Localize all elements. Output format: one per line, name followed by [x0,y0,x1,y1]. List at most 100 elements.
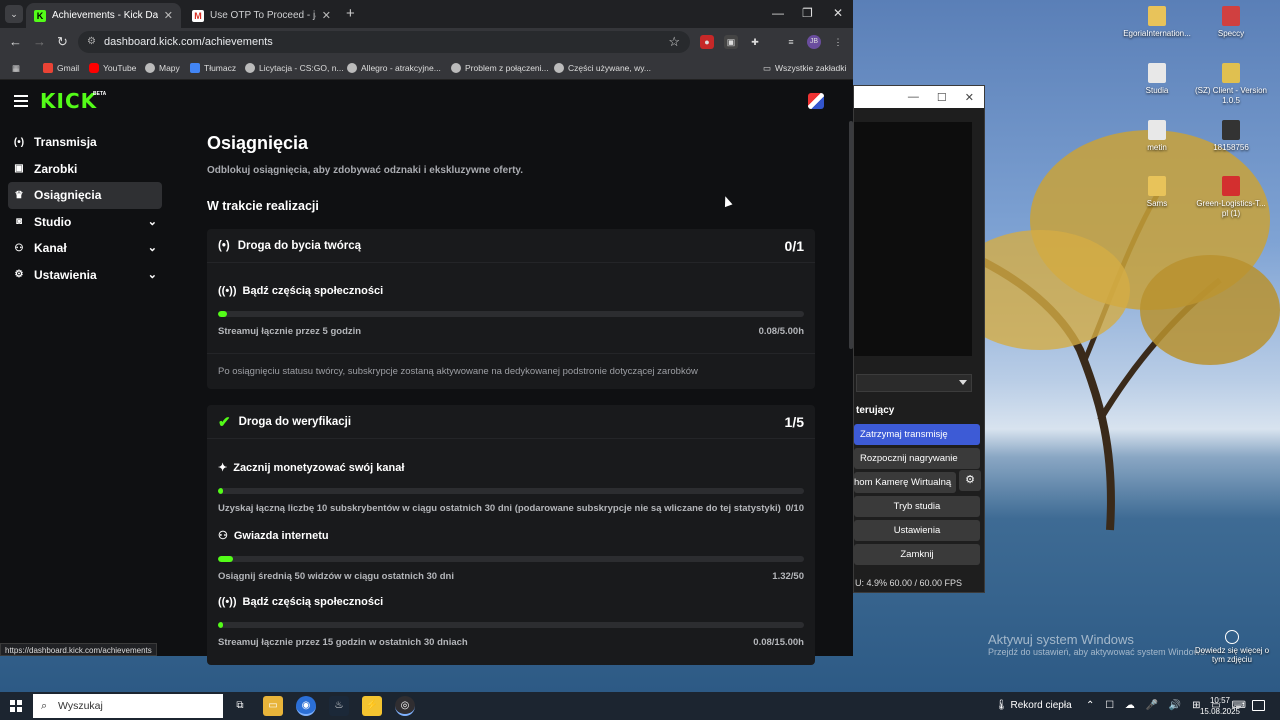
bookmark-youtube[interactable]: YouTube [89,56,136,80]
progress-bar [218,622,804,628]
apps-grid-icon[interactable]: ▦ [12,56,20,80]
kick-dashboard-page: KICK BETA (•) Transmisja ▣ Zarobki ♛ Osi… [0,81,853,665]
minimize-icon[interactable]: — [908,91,919,103]
address-bar[interactable]: ⚙ dashboard.kick.com/achievements ☆ [78,31,690,53]
app-icon[interactable]: ⚡ [362,696,382,716]
tab-search-button[interactable]: ⌄ [5,5,23,23]
clock[interactable]: 10:57 15.08.2025 [1196,695,1244,717]
progress-bar [218,311,804,317]
obs-icon[interactable]: ◎ [395,696,415,716]
bookmark-problem[interactable]: Problem z połączeni... [451,56,549,80]
exit-button[interactable]: Zamknij [854,544,980,565]
progress-bar [218,556,804,562]
bookmark-star-icon[interactable]: ☆ [668,31,680,53]
minimize-icon[interactable]: — [772,6,784,20]
bookmark-allegro[interactable]: Allegro - atrakcyjne... [347,56,441,80]
obs-status-bar: U: 4.9% 60.00 / 60.00 FPS [855,578,963,588]
file-explorer-icon[interactable]: ▭ [263,696,283,716]
learn-more-wallpaper[interactable]: Dowiedz się więcej o tym zdjęciu [1192,630,1272,664]
desktop-icon[interactable]: EgoriaInternation... [1120,6,1194,39]
kick-logo[interactable]: KICK [40,89,97,113]
camera-icon [1225,630,1239,644]
verified-badge-icon: ✔ [218,413,231,431]
desktop-icon[interactable]: Speccy [1194,6,1268,39]
gear-icon[interactable]: ⚙ [959,470,981,491]
close-icon[interactable]: ✕ [965,91,974,104]
restore-icon[interactable]: ❐ [802,6,813,20]
maximize-icon[interactable]: ☐ [937,91,947,104]
gmail-favicon-icon: M [192,9,204,22]
camera-icon: ◙ [15,216,23,228]
close-icon[interactable]: ✕ [833,6,843,20]
sidebar-item-studio[interactable]: ◙ Studio ⌄ [8,209,162,236]
profile-avatar[interactable]: JB [807,35,821,49]
bookmark-translate[interactable]: Tłumacz [190,56,236,80]
steam-icon[interactable]: ♨ [329,696,349,716]
tab-achievements[interactable]: K Achievements - Kick Dashboard ✕ [26,3,181,28]
notification-icon[interactable] [1252,700,1265,711]
bookmark-gmail[interactable]: Gmail [43,56,79,80]
browser-window: ⌄ K Achievements - Kick Dashboard ✕ M Us… [0,0,853,665]
stop-stream-button[interactable]: Zatrzymaj transmisję [854,424,980,445]
card-header: (•) Droga do bycia twórcą 0/1 [207,229,815,263]
desktop-icon[interactable]: 18158756 [1194,120,1268,153]
menu-kebab-icon[interactable]: ⋮ [831,35,845,49]
back-icon[interactable]: ← [9,34,22,49]
sidebar-item-osiagniecia[interactable]: ♛ Osiągnięcia [8,182,162,209]
studio-mode-button[interactable]: Tryb studia [854,496,980,517]
translate-icon [190,63,200,73]
bookmark-licytacja[interactable]: Licytacja - CS:GO, n... [245,56,344,80]
site-info-icon[interactable]: ⚙ [87,31,96,53]
desktop-icon[interactable]: Sams [1120,176,1194,209]
bookmark-maps[interactable]: Mapy [145,56,180,80]
desktop-icon[interactable]: (SZ) Client - Version 1.0.5 [1194,63,1268,106]
extension-icon[interactable]: ● [700,35,714,49]
obs-preview [854,122,972,356]
settings-button[interactable]: Ustawienia [854,520,980,541]
folder-icon [1148,176,1166,196]
scrollbar[interactable] [849,121,853,349]
media-control-icon[interactable]: ≡ [784,35,798,49]
thermometer-icon: 🌡 [995,700,1011,711]
search-icon: ⌕ [41,700,48,712]
sidebar-item-zarobki[interactable]: ▣ Zarobki [8,156,162,183]
close-tab-icon[interactable]: ✕ [164,9,173,22]
avatar[interactable] [808,93,824,109]
desktop-icon[interactable]: Green-Logistics-T... pl (1) [1194,176,1268,219]
desktop-icon[interactable]: metin [1120,120,1194,153]
start-recording-button[interactable]: Rozpocznij nagrywanie [854,448,980,469]
gmail-icon [43,63,53,73]
desktop-icon[interactable]: Studia [1120,63,1194,96]
sidebar-item-transmisja[interactable]: (•) Transmisja [8,129,162,156]
sidebar-item-kanal[interactable]: ⚇ Kanał ⌄ [8,235,162,262]
sidebar-item-ustawienia[interactable]: ⚙ Ustawienia ⌄ [8,262,162,289]
taskbar-search-input[interactable]: ⌕ Wyszukaj [33,694,223,718]
obs-dropdown[interactable] [856,374,972,392]
virtual-camera-button[interactable]: hom Kamerę Wirtualną [854,472,956,493]
pdf-icon [1222,176,1240,196]
gear-icon: ⚙ [14,269,24,281]
broadcast-icon: ((•)) [218,285,237,297]
extension-icon[interactable]: ▣ [724,35,738,49]
page-subtitle: Odblokuj osiągnięcia, aby zdobywać odzna… [207,165,524,176]
chrome-icon[interactable]: ◉ [296,696,316,716]
new-tab-icon[interactable]: + [346,5,355,22]
tab-otp[interactable]: M Use OTP To Proceed - jakubmis... ✕ [184,3,339,28]
progress-bar [218,488,804,494]
reload-icon[interactable]: ↻ [57,34,68,50]
weather-widget[interactable]: 🌡 Rekord ciepła [995,692,1072,720]
hamburger-menu-icon[interactable] [14,95,28,107]
achievements-content: Osiągnięcia Odblokuj osiągnięcia, aby zd… [207,133,815,665]
achievement-card-creator: (•) Droga do bycia twórcą 0/1 ((•)) Bądź … [207,229,815,389]
forward-icon[interactable]: → [33,34,46,49]
folder-icon [1148,6,1166,26]
close-tab-icon[interactable]: ✕ [322,9,331,22]
card-note: Po osiągnięciu statusu twórcy, subskrypc… [218,366,698,377]
bookmark-czesci[interactable]: Części używane, wy... [554,56,651,80]
extensions-puzzle-icon[interactable]: ✚ [748,35,762,49]
task-view-icon[interactable]: ⧉ [230,696,250,716]
card-score: 1/5 [784,413,804,430]
all-bookmarks[interactable]: ▭ Wszystkie zakładki [763,56,846,80]
windows-start-icon[interactable] [10,700,22,712]
app-icon [1222,63,1240,83]
